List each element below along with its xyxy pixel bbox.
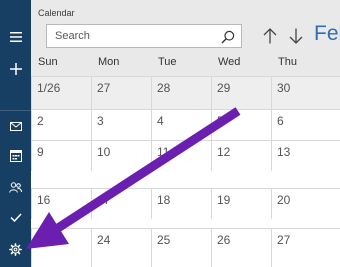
day-cell[interactable]: 4 (151, 109, 211, 140)
day-number: 12 (217, 145, 231, 159)
weekday-header: Thu (278, 56, 297, 68)
hamburger-menu-button[interactable] (0, 22, 31, 52)
day-number: 20 (277, 193, 291, 207)
day-cell[interactable]: 26 (211, 228, 271, 267)
weekday-header: Sun (38, 56, 58, 68)
day-number: 23 (37, 233, 51, 247)
day-cell[interactable]: 3 (91, 109, 151, 140)
day-number: 18 (157, 193, 171, 207)
day-cell[interactable]: 1/26 (31, 76, 91, 109)
day-cell[interactable]: 24 (91, 228, 151, 267)
people-icon (9, 181, 22, 193)
gear-icon (9, 242, 22, 256)
day-number: 27 (277, 233, 291, 247)
navigation-rail (0, 0, 31, 267)
day-number: 11 (157, 145, 170, 159)
day-number: 28 (157, 81, 171, 95)
day-cell[interactable]: 2 (31, 109, 91, 140)
plus-icon (9, 63, 22, 75)
hamburger-menu-icon (9, 32, 22, 42)
day-number: 2 (37, 114, 44, 128)
day-number: 29 (217, 81, 231, 95)
day-cell[interactable]: 23 (31, 228, 91, 267)
day-cell[interactable]: 29 (211, 76, 271, 109)
day-number: 26 (217, 233, 231, 247)
weekday-header: Tue (158, 56, 177, 68)
day-number: 4 (157, 114, 164, 128)
day-cell[interactable]: 18 (151, 188, 211, 219)
month-grid: Sun Mon Tue Wed Thu 1/26 27 28 29 30 2 3 4 5 6 9 10… (31, 0, 340, 267)
switch-to-people-button[interactable] (0, 172, 31, 202)
day-number: 6 (277, 114, 284, 128)
switch-to-todo-button[interactable] (0, 202, 31, 232)
day-cell[interactable]: 9 (31, 140, 91, 171)
day-number: 13 (277, 145, 291, 159)
day-number: 25 (157, 233, 171, 247)
day-cell[interactable]: 27 (91, 76, 151, 109)
day-cell[interactable]: 10 (91, 140, 151, 171)
day-number: 3 (97, 114, 104, 128)
day-number: 30 (277, 81, 291, 95)
mail-icon (9, 121, 22, 131)
day-cell[interactable]: 17 (91, 188, 151, 219)
day-cell[interactable]: 5 (211, 109, 271, 140)
day-cell[interactable]: 30 (271, 76, 340, 109)
day-number: 10 (97, 145, 111, 159)
day-number: 5 (217, 114, 224, 128)
day-number: 1/26 (37, 81, 61, 95)
day-cell[interactable]: 6 (271, 109, 340, 140)
day-cell[interactable]: 16 (31, 188, 91, 219)
day-cell[interactable]: 20 (271, 188, 340, 219)
weekday-header: Mon (98, 56, 120, 68)
day-cell[interactable]: 27 (271, 228, 340, 267)
switch-to-mail-button[interactable] (0, 111, 31, 141)
day-cell[interactable]: 28 (151, 76, 211, 109)
day-number: 9 (37, 145, 44, 159)
day-cell[interactable]: 13 (271, 140, 340, 171)
weekday-header: Wed (218, 56, 241, 68)
day-number: 19 (217, 193, 231, 207)
day-number: 24 (97, 233, 111, 247)
switch-to-calendar-button[interactable] (0, 141, 31, 171)
day-number: 17 (97, 193, 111, 207)
new-event-button[interactable] (0, 54, 31, 84)
day-cell[interactable]: 25 (151, 228, 211, 267)
day-number: 16 (37, 193, 51, 207)
day-cell[interactable]: 11 (151, 140, 211, 171)
day-number: 27 (97, 81, 111, 95)
settings-button[interactable] (0, 234, 31, 264)
calendar-icon (9, 150, 22, 162)
day-cell[interactable]: 19 (211, 188, 271, 219)
day-cell[interactable]: 12 (211, 140, 271, 171)
checkmark-icon (9, 212, 22, 222)
